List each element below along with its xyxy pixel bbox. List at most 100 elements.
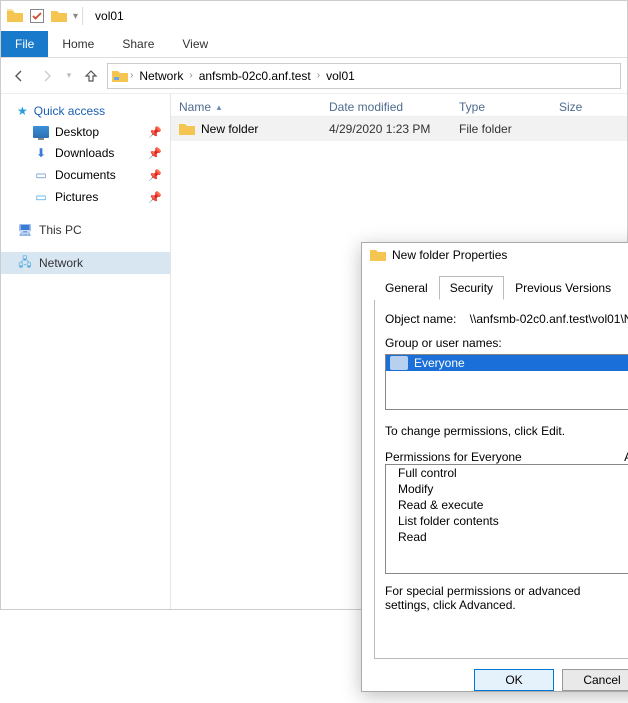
checkbox-icon[interactable]	[29, 8, 45, 24]
sidebar-item-label: Downloads	[55, 146, 114, 160]
perm-row: Full control✓	[386, 465, 628, 481]
downloads-icon: ⬇	[33, 145, 49, 161]
dialog-title: New folder Properties	[392, 248, 628, 262]
sidebar-item-label: Network	[39, 256, 83, 270]
up-button[interactable]	[79, 64, 103, 88]
group-users-label: Group or user names:	[385, 336, 628, 350]
security-panel: Object name: \\anfsmb-02c0.anf.test\vol0…	[374, 300, 628, 659]
star-icon: ★	[17, 104, 28, 118]
chevron-right-icon[interactable]: ›	[189, 70, 192, 81]
documents-icon: ▭	[33, 167, 49, 183]
sidebar-item-network[interactable]: 🖧 Network	[1, 252, 170, 274]
group-item-everyone[interactable]: Everyone	[386, 355, 628, 371]
sidebar-network-group: 🖧 Network	[1, 252, 170, 274]
sidebar-item-label: Desktop	[55, 125, 99, 139]
list-item[interactable]: New folder 4/29/2020 1:23 PM File folder	[171, 117, 627, 141]
object-name-label: Object name:	[385, 312, 456, 326]
sidebar-label: Quick access	[34, 104, 105, 118]
perm-row: Read & execute✓	[386, 497, 628, 513]
window-title: vol01	[95, 9, 124, 23]
network-drive-icon	[112, 68, 128, 84]
ok-button[interactable]: OK	[474, 669, 554, 691]
folder-icon	[370, 247, 386, 263]
col-date[interactable]: Date modified	[329, 100, 459, 114]
sidebar: ★ Quick access Desktop 📌 ⬇ Downloads 📌 ▭…	[1, 94, 171, 609]
quick-access-toolbar: ▾	[7, 8, 78, 24]
pc-icon: 🖥	[17, 222, 33, 238]
properties-dialog: New folder Properties General Security P…	[361, 242, 628, 692]
tab-strip: General Security Previous Versions Custo…	[374, 275, 628, 300]
cancel-button[interactable]: Cancel	[562, 669, 628, 691]
col-type[interactable]: Type	[459, 100, 559, 114]
qat-chevron-icon[interactable]: ▾	[73, 11, 78, 22]
sidebar-item-documents[interactable]: ▭ Documents 📌	[1, 164, 170, 186]
check-icon: ✓	[604, 482, 628, 496]
dialog-footer: OK Cancel Apply	[362, 659, 628, 703]
title-bar: ▾ vol01	[1, 1, 627, 31]
col-size[interactable]: Size	[559, 100, 619, 114]
item-date: 4/29/2020 1:23 PM	[329, 122, 459, 136]
perm-row: List folder contents✓	[386, 513, 628, 529]
pictures-icon: ▭	[33, 189, 49, 205]
forward-button[interactable]	[35, 64, 59, 88]
perm-for-label: Permissions for Everyone	[385, 450, 611, 464]
tab-customize[interactable]: Customize	[622, 276, 628, 300]
breadcrumb-vol[interactable]: vol01	[322, 67, 359, 85]
back-button[interactable]	[7, 64, 31, 88]
chevron-right-icon[interactable]: ›	[317, 70, 320, 81]
check-icon: ✓	[604, 466, 628, 480]
item-type: File folder	[459, 122, 559, 136]
sidebar-quick-access: ★ Quick access Desktop 📌 ⬇ Downloads 📌 ▭…	[1, 100, 170, 208]
dialog-body: General Security Previous Versions Custo…	[362, 267, 628, 659]
group-users-list[interactable]: Everyone	[385, 354, 628, 410]
advanced-hint: For special permissions or advanced sett…	[385, 584, 628, 612]
sidebar-item-downloads[interactable]: ⬇ Downloads 📌	[1, 142, 170, 164]
check-icon: ✓	[604, 498, 628, 512]
column-headers: Name▲ Date modified Type Size	[171, 94, 627, 117]
tab-share[interactable]: Share	[108, 31, 168, 57]
pin-icon: 📌	[148, 147, 162, 160]
content-pane: Name▲ Date modified Type Size New folder…	[171, 94, 627, 609]
breadcrumb[interactable]: › Network › anfsmb-02c0.anf.test › vol01	[107, 63, 621, 89]
check-icon: ✓	[604, 514, 628, 528]
nav-bar: ▾ › Network › anfsmb-02c0.anf.test › vol…	[1, 58, 627, 94]
tab-view[interactable]: View	[168, 31, 222, 57]
dialog-titlebar[interactable]: New folder Properties	[362, 243, 628, 267]
breadcrumb-host[interactable]: anfsmb-02c0.anf.test	[195, 67, 315, 85]
sidebar-thispc-group: 🖥 This PC	[1, 218, 170, 242]
sidebar-item-pictures[interactable]: ▭ Pictures 📌	[1, 186, 170, 208]
pin-icon: 📌	[148, 191, 162, 204]
main: ★ Quick access Desktop 📌 ⬇ Downloads 📌 ▭…	[1, 94, 627, 609]
folder-icon	[179, 121, 195, 137]
col-name[interactable]: Name▲	[179, 100, 329, 114]
sidebar-item-thispc[interactable]: 🖥 This PC	[1, 218, 170, 242]
network-icon: 🖧	[17, 255, 33, 271]
permissions-list[interactable]: Full control✓ Modify✓ Read & execute✓ Li…	[385, 464, 628, 574]
sidebar-item-desktop[interactable]: Desktop 📌	[1, 122, 170, 142]
ribbon: File Home Share View	[1, 31, 627, 58]
object-name-value: \\anfsmb-02c0.anf.test\vol01\New folder	[470, 312, 628, 326]
perm-row: Read✓	[386, 529, 628, 545]
tab-security[interactable]: Security	[439, 276, 504, 300]
recent-chevron-icon[interactable]: ▾	[63, 64, 75, 88]
breadcrumb-network[interactable]: Network	[135, 67, 187, 85]
pin-icon: 📌	[148, 126, 162, 139]
sidebar-item-label: Pictures	[55, 190, 98, 204]
tab-home[interactable]: Home	[48, 31, 108, 57]
tab-previous-versions[interactable]: Previous Versions	[504, 276, 622, 300]
qat-folder-icon[interactable]	[51, 8, 67, 24]
item-name: New folder	[201, 122, 258, 136]
pin-icon: 📌	[148, 169, 162, 182]
sidebar-header-quickaccess[interactable]: ★ Quick access	[1, 100, 170, 122]
folder-icon	[7, 8, 23, 24]
chevron-right-icon[interactable]: ›	[130, 70, 133, 81]
check-icon: ✓	[604, 530, 628, 544]
file-tab[interactable]: File	[1, 31, 48, 57]
perm-row: Modify✓	[386, 481, 628, 497]
users-icon	[390, 356, 408, 370]
desktop-icon	[33, 126, 49, 138]
tab-general[interactable]: General	[374, 276, 439, 300]
separator	[82, 7, 83, 25]
allow-label: Allow	[611, 450, 628, 464]
object-name-row: Object name: \\anfsmb-02c0.anf.test\vol0…	[385, 312, 628, 326]
